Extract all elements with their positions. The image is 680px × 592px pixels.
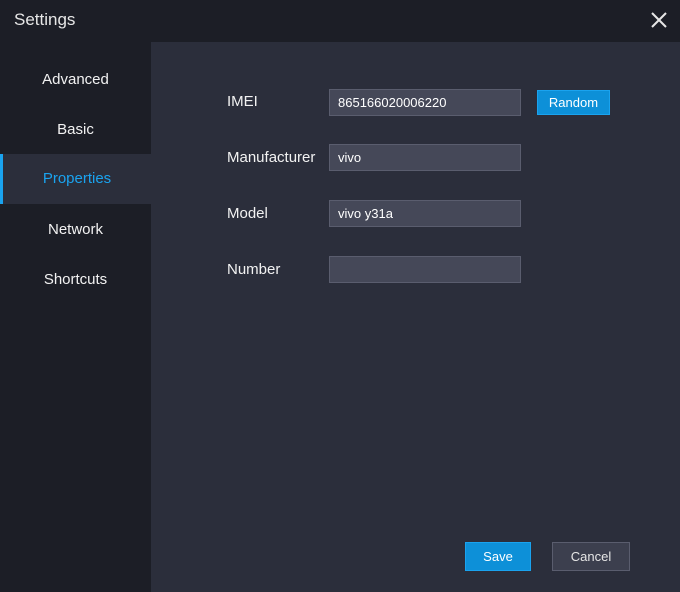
sidebar-item-advanced[interactable]: Advanced: [0, 55, 151, 105]
sidebar: Advanced Basic Properties Network Shortc…: [0, 42, 151, 592]
sidebar-item-shortcuts[interactable]: Shortcuts: [0, 255, 151, 305]
sidebar-item-network[interactable]: Network: [0, 205, 151, 255]
number-field[interactable]: [329, 256, 521, 283]
manufacturer-field[interactable]: [329, 144, 521, 171]
settings-window: Settings Advanced Basic Properties Netwo…: [0, 0, 680, 592]
imei-label: IMEI: [227, 93, 258, 110]
number-label: Number: [227, 261, 281, 278]
sidebar-item-basic[interactable]: Basic: [0, 105, 151, 155]
model-field[interactable]: [329, 200, 521, 227]
random-button[interactable]: Random: [537, 90, 610, 115]
sidebar-item-properties[interactable]: Properties: [0, 154, 151, 204]
title-bar: Settings: [0, 0, 680, 42]
save-button[interactable]: Save: [465, 542, 531, 571]
close-icon[interactable]: [648, 9, 670, 31]
cancel-button[interactable]: Cancel: [552, 542, 630, 571]
properties-panel: IMEI Random Manufacturer Model Number Sa…: [151, 42, 680, 592]
window-title: Settings: [14, 10, 76, 29]
imei-field[interactable]: [329, 89, 521, 116]
model-label: Model: [227, 205, 268, 222]
manufacturer-label: Manufacturer: [227, 149, 316, 166]
